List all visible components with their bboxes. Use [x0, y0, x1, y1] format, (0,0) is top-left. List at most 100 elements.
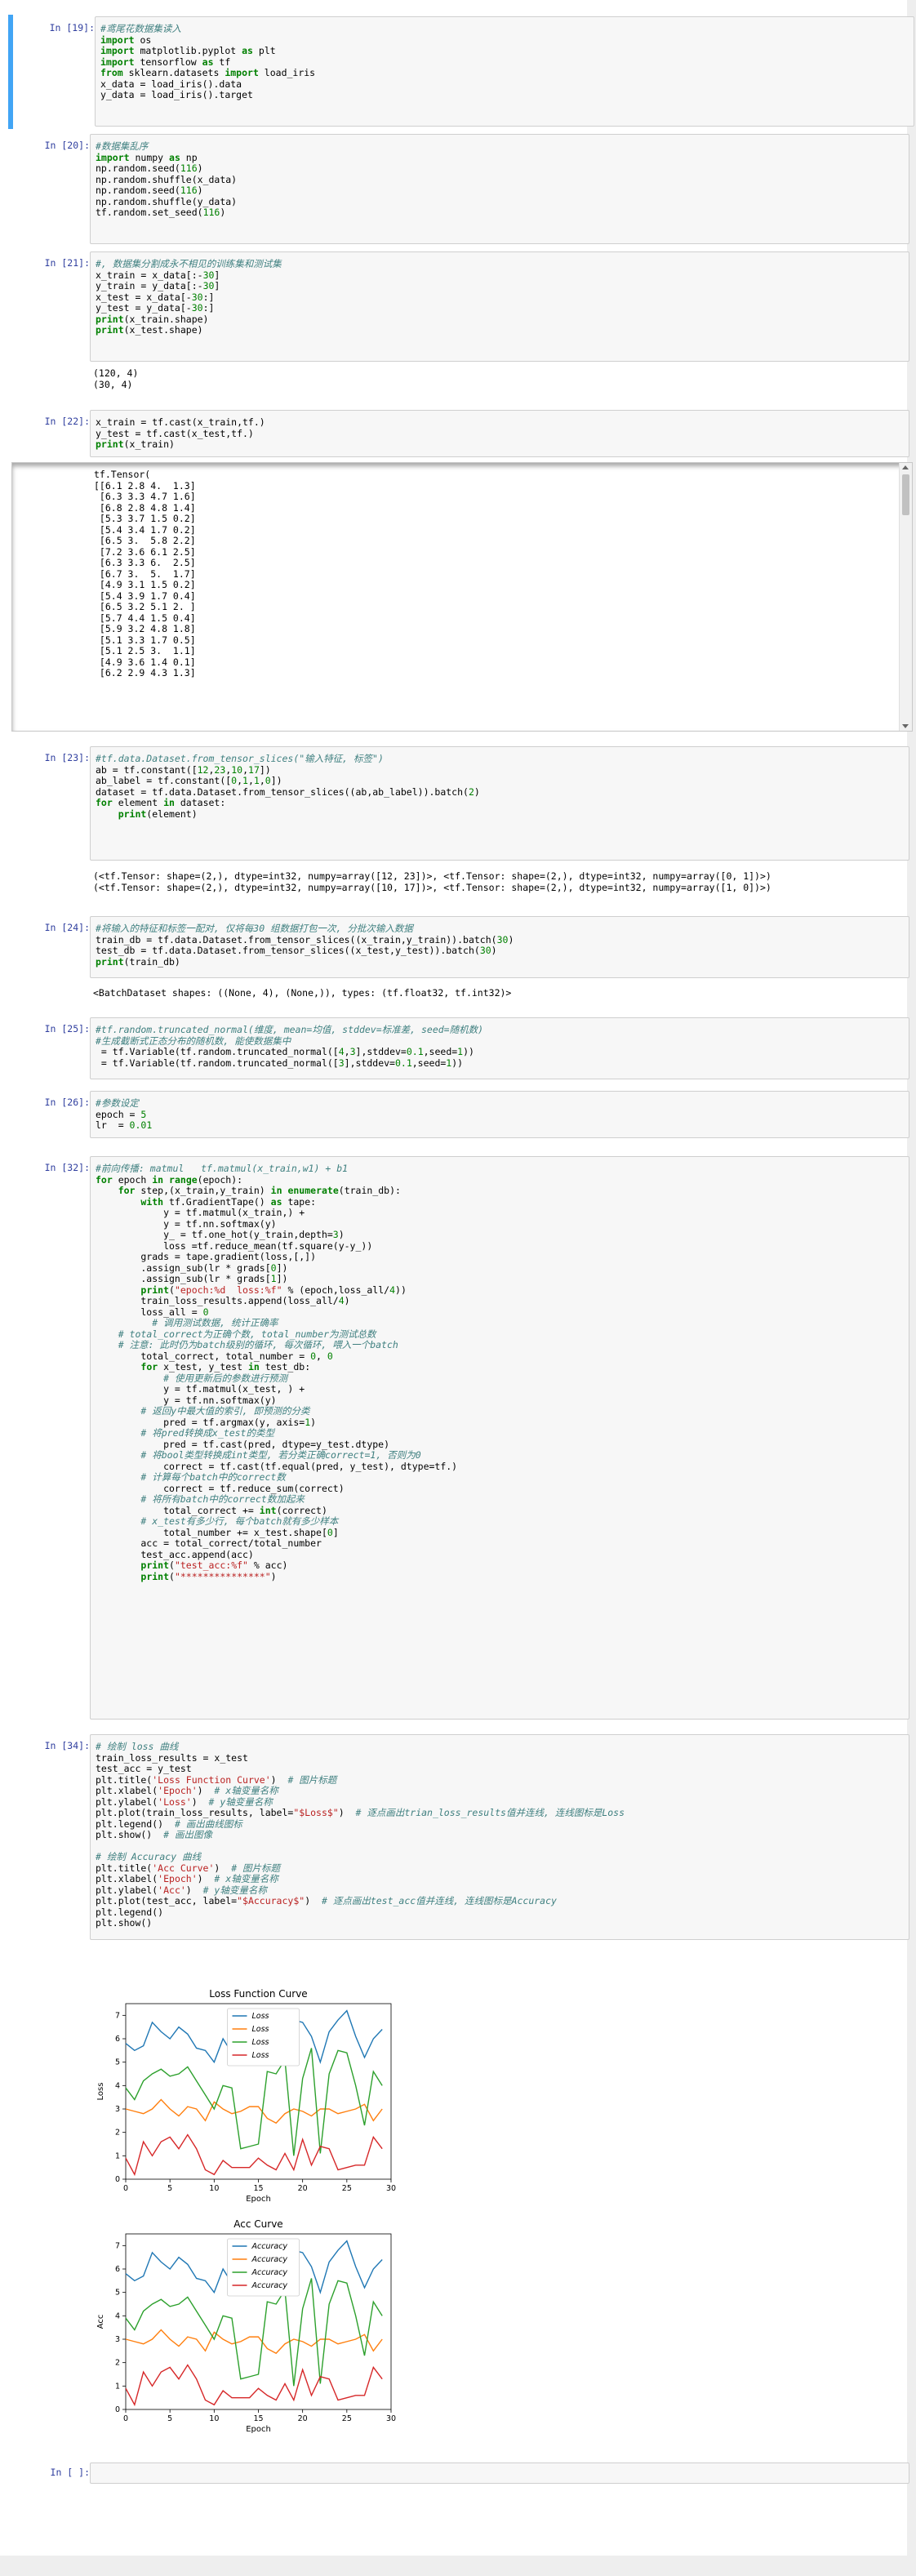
y-tick-label: 1	[115, 2151, 120, 2160]
x-tick-label: 5	[167, 2414, 172, 2423]
code-line: lr = 0.01	[96, 1119, 153, 1131]
code-cell-20[interactable]: In [20]: #数据集乱序 import numpy as np np.rand…	[8, 132, 909, 247]
code-cell-26[interactable]: In [26]: #参数设定 epoch = 5 lr = 0.01	[8, 1089, 909, 1140]
output-line: [[6.1 2.8 4. 1.3]	[94, 479, 196, 492]
code-line: pred = tf.argmax(y, axis=1)	[96, 1416, 317, 1428]
code-editor[interactable]: #将输入的特征和标签一配对, 仅将每30 组数据打包一次, 分批次输入数据 tra…	[90, 916, 909, 978]
x-tick-label: 5	[167, 2184, 172, 2193]
code-line: print(element)	[118, 808, 198, 820]
code-line: dataset = tf.data.Dataset.from_tensor_sl…	[96, 785, 480, 798]
x-tick-label: 0	[123, 2414, 128, 2423]
code-line: plt.title('Acc Curve') # 图片标题	[96, 1862, 281, 1874]
cell-prompt: In [20]:	[44, 140, 90, 151]
code-line: y = tf.matmul(x_train,) +	[96, 1207, 311, 1218]
code-line: import matplotlib.pyplot as plt	[100, 45, 276, 56]
code-line: #, 数据集分割成永不相见的训练集和测试集	[96, 258, 282, 269]
code-editor[interactable]: ​	[90, 2463, 909, 2484]
code-editor[interactable]: #, 数据集分割成永不相见的训练集和测试集 x_train = x_data[:-…	[90, 251, 909, 362]
y-tick-label: 5	[115, 2289, 120, 2298]
code-editor[interactable]: #鸢尾花数据集读入 import os import matplotlib.pypl…	[95, 16, 914, 127]
x-tick-label: 10	[209, 2414, 219, 2423]
code-line: for epoch in range(epoch):	[96, 1173, 243, 1186]
code-cell-23[interactable]: In [23]: #tf.data.Dataset.from_tensor_sl…	[8, 745, 909, 904]
code-line: #鸢尾花数据集读入	[100, 23, 181, 34]
scroll-up-icon[interactable]	[902, 465, 909, 469]
y-tick-label: 4	[115, 2311, 120, 2320]
code-cell-32[interactable]: In [32]: #前向传播: matmul tf.matmul(x_train…	[8, 1155, 909, 1726]
output-line: [6.2 2.9 4.3 1.3]	[94, 667, 196, 678]
code-line: x_train = tf.cast(x_train,tf.)	[96, 416, 265, 428]
y-tick-label: 3	[115, 2335, 120, 2344]
y-tick-label: 7	[115, 2241, 120, 2250]
code-cell-24[interactable]: In [24]: #将输入的特征和标签一配对, 仅将每30 组数据打包一次, 分…	[8, 914, 909, 1004]
code-line: # 返回y中最大值的索引, 即预测的分类	[140, 1405, 310, 1417]
code-editor[interactable]: #tf.random.truncated_normal(维度, mean=均值,…	[90, 1017, 909, 1079]
code-line: ​	[96, 1841, 904, 1853]
code-editor[interactable]: #tf.data.Dataset.from_tensor_slices("输入特…	[90, 746, 909, 861]
code-line: print(x_test.shape)	[96, 324, 203, 336]
cell-prompt: In [22]:	[44, 416, 90, 427]
y-tick-label: 3	[115, 2105, 120, 2114]
code-cell-21[interactable]: In [21]: #, 数据集分割成永不相见的训练集和测试集 x_train = …	[8, 250, 909, 397]
code-line: from sklearn.datasets import load_iris	[100, 67, 316, 78]
code-line: # 调用测试数据, 统计正确率	[152, 1317, 278, 1328]
code-line: for step,(x_train,y_train) in enumerate(…	[118, 1185, 401, 1196]
code-editor[interactable]: # 绘制 loss 曲线 train_loss_results = x_test t…	[90, 1734, 909, 1940]
code-line: np.random.seed(116)	[96, 185, 203, 196]
code-line: plt.xlabel('Epoch') # x轴变量名称	[96, 1873, 278, 1884]
code-line: ab = tf.constant([12,23,10,17])	[96, 763, 271, 776]
output-scrollbar[interactable]	[899, 463, 912, 731]
cell-prompt: In [25]:	[44, 1023, 90, 1034]
code-line: plt.legend() # 画出曲线图标	[96, 1817, 242, 1830]
code-line: = tf.Variable(tf.random.truncated_normal…	[96, 1057, 464, 1069]
y-tick-label: 6	[115, 2265, 120, 2274]
code-line: import os	[100, 33, 152, 46]
code-editor[interactable]: #前向传播: matmul tf.matmul(x_train,w1) + b1…	[90, 1156, 909, 1720]
notebook-container: In [19]: #鸢尾花数据集读入 import os import matplo…	[0, 0, 914, 2556]
code-line: # 绘制 Accuracy 曲线	[96, 1851, 202, 1862]
code-cell-22[interactable]: In [22]: x_train = tf.cast(x_train,tf.) y…	[8, 408, 909, 469]
code-cell-34[interactable]: In [34]: # 绘制 loss 曲线 train_loss_results …	[8, 1733, 909, 2455]
acc-curve-chart: Acc Curve 0 5 10 15 20 25 30 0 1 2 3 4 5 6 7 Epoch Acc Acc…	[96, 2218, 396, 2434]
code-editor[interactable]: x_train = tf.cast(x_train,tf.) y_test = t…	[90, 410, 909, 457]
scroll-down-icon[interactable]	[902, 724, 909, 728]
legend-label: Loss	[252, 2051, 269, 2060]
code-editor[interactable]: #数据集乱序 import numpy as np np.random.seed(1…	[90, 134, 909, 244]
code-cell-19[interactable]: In [19]: #鸢尾花数据集读入 import os import matplo…	[8, 15, 914, 129]
code-line: plt.plot(train_loss_results, label="$Los…	[96, 1807, 625, 1818]
code-line: print("test_acc:%f" % acc)	[140, 1559, 288, 1571]
y-tick-label: 2	[115, 2359, 120, 2368]
code-line: epoch = 5	[96, 1108, 147, 1120]
scroll-thumb[interactable]	[902, 474, 909, 515]
code-line: # total_correct为正确个数, total_number为测试总数	[118, 1328, 376, 1340]
code-line: ab_label = tf.constant([0,1,1,0])	[96, 775, 282, 786]
legend-label: Accuracy	[251, 2281, 288, 2290]
scrollable-output[interactable]: tf.Tensor([[6.1 2.8 4. 1.3] [6.3 3.3 4.7…	[11, 462, 913, 732]
code-line: y_train = y_data[:-30]	[96, 280, 220, 291]
code-editor[interactable]: #参数设定 epoch = 5 lr = 0.01	[90, 1091, 909, 1138]
y-tick-label: 7	[115, 2011, 120, 2020]
output-line: [6.8 2.8 4.8 1.4]	[94, 501, 196, 514]
legend-label: Accuracy	[251, 2255, 288, 2264]
code-line: for element in dataset:	[96, 797, 226, 808]
code-line: = tf.Variable(tf.random.truncated_normal…	[96, 1046, 474, 1057]
code-line: loss_all = 0	[96, 1306, 209, 1318]
x-tick-label: 15	[253, 2414, 263, 2423]
code-line: total_number += x_test.shape[0]	[96, 1526, 339, 1538]
code-line: with tf.GradientTape() as tape:	[140, 1195, 317, 1208]
code-line: print(x_train.shape)	[96, 313, 209, 325]
code-line: x_data = load_iris().data	[100, 78, 242, 90]
code-line: #前向传播: matmul tf.matmul(x_train,w1) + b1	[96, 1163, 349, 1174]
code-cell-25[interactable]: In [25]: #tf.random.truncated_normal(维度,…	[8, 1016, 909, 1081]
code-line: train_db = tf.data.Dataset.from_tensor_s…	[96, 933, 514, 945]
code-cell-empty[interactable]: In [ ]: ​	[8, 2461, 909, 2485]
output-line: [5.9 3.2 4.8 1.8]	[94, 623, 196, 634]
cell-prompt: In [34]:	[44, 1740, 90, 1751]
y-axis-label: Loss	[96, 2083, 105, 2101]
legend-label: Loss	[252, 2025, 269, 2034]
code-line: y = tf.matmul(x_test, ) +	[96, 1383, 311, 1395]
x-tick-label: 30	[386, 2184, 396, 2193]
code-line: y_test = y_data[-30:]	[96, 302, 215, 314]
x-tick-label: 0	[123, 2184, 128, 2193]
code-line: loss =tf.reduce_mean(tf.square(y-y_))	[96, 1239, 373, 1252]
